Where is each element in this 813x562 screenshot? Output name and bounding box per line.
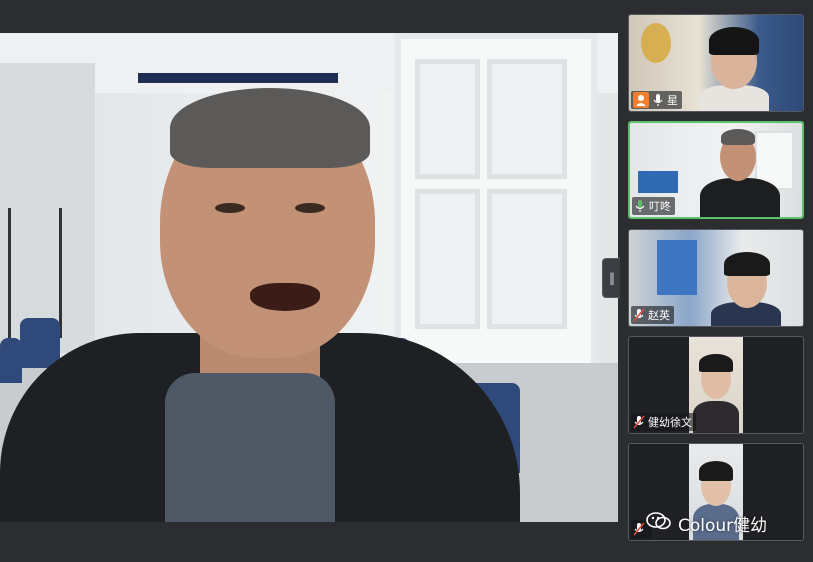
host-icon — [633, 92, 649, 108]
participant-name: 星 — [667, 94, 678, 107]
participants-sidebar: 星 叮咚 赵英 健幼徐文 — [620, 0, 813, 562]
wechat-icon — [646, 511, 672, 536]
room-chair — [0, 338, 22, 383]
room-chair — [20, 318, 60, 368]
main-video-area — [0, 0, 618, 562]
speaker-shirt — [165, 373, 335, 522]
participant-tile[interactable]: 星 — [628, 14, 804, 112]
mic-muted-icon — [633, 522, 645, 536]
participant-name-label: 星 — [631, 91, 682, 109]
participant-name: 赵英 — [648, 309, 670, 322]
participant-name: 叮咚 — [649, 200, 671, 213]
mic-muted-icon — [633, 415, 645, 429]
speaker-hair — [170, 88, 370, 168]
participant-name-label: 叮咚 — [632, 197, 675, 215]
watermark-text: Colour健幼 — [678, 516, 768, 536]
main-speaker-video[interactable] — [0, 33, 618, 522]
participant-name-label: 赵英 — [631, 306, 674, 324]
ceiling-light — [138, 73, 338, 83]
speaker-eye — [295, 203, 325, 213]
speaker-mouth — [250, 283, 320, 311]
participant-name: 健幼徐文 — [648, 416, 692, 429]
mic-muted-icon — [633, 308, 645, 322]
wechat-watermark: Colour健幼 — [646, 511, 767, 536]
room-window — [395, 33, 597, 375]
participant-tile[interactable]: 健幼徐文 — [628, 336, 804, 434]
speaker-eye — [215, 203, 245, 213]
participant-name-label: 健幼徐文 — [631, 413, 696, 431]
mic-active-icon — [634, 199, 646, 213]
participant-tile[interactable]: 赵英 — [628, 229, 804, 327]
participant-tile-active[interactable]: 叮咚 — [628, 121, 804, 219]
mic-on-icon — [652, 93, 664, 107]
collapse-handle-icon: ‖ — [609, 271, 615, 285]
collapse-panel-handle[interactable]: ‖ — [602, 258, 622, 298]
